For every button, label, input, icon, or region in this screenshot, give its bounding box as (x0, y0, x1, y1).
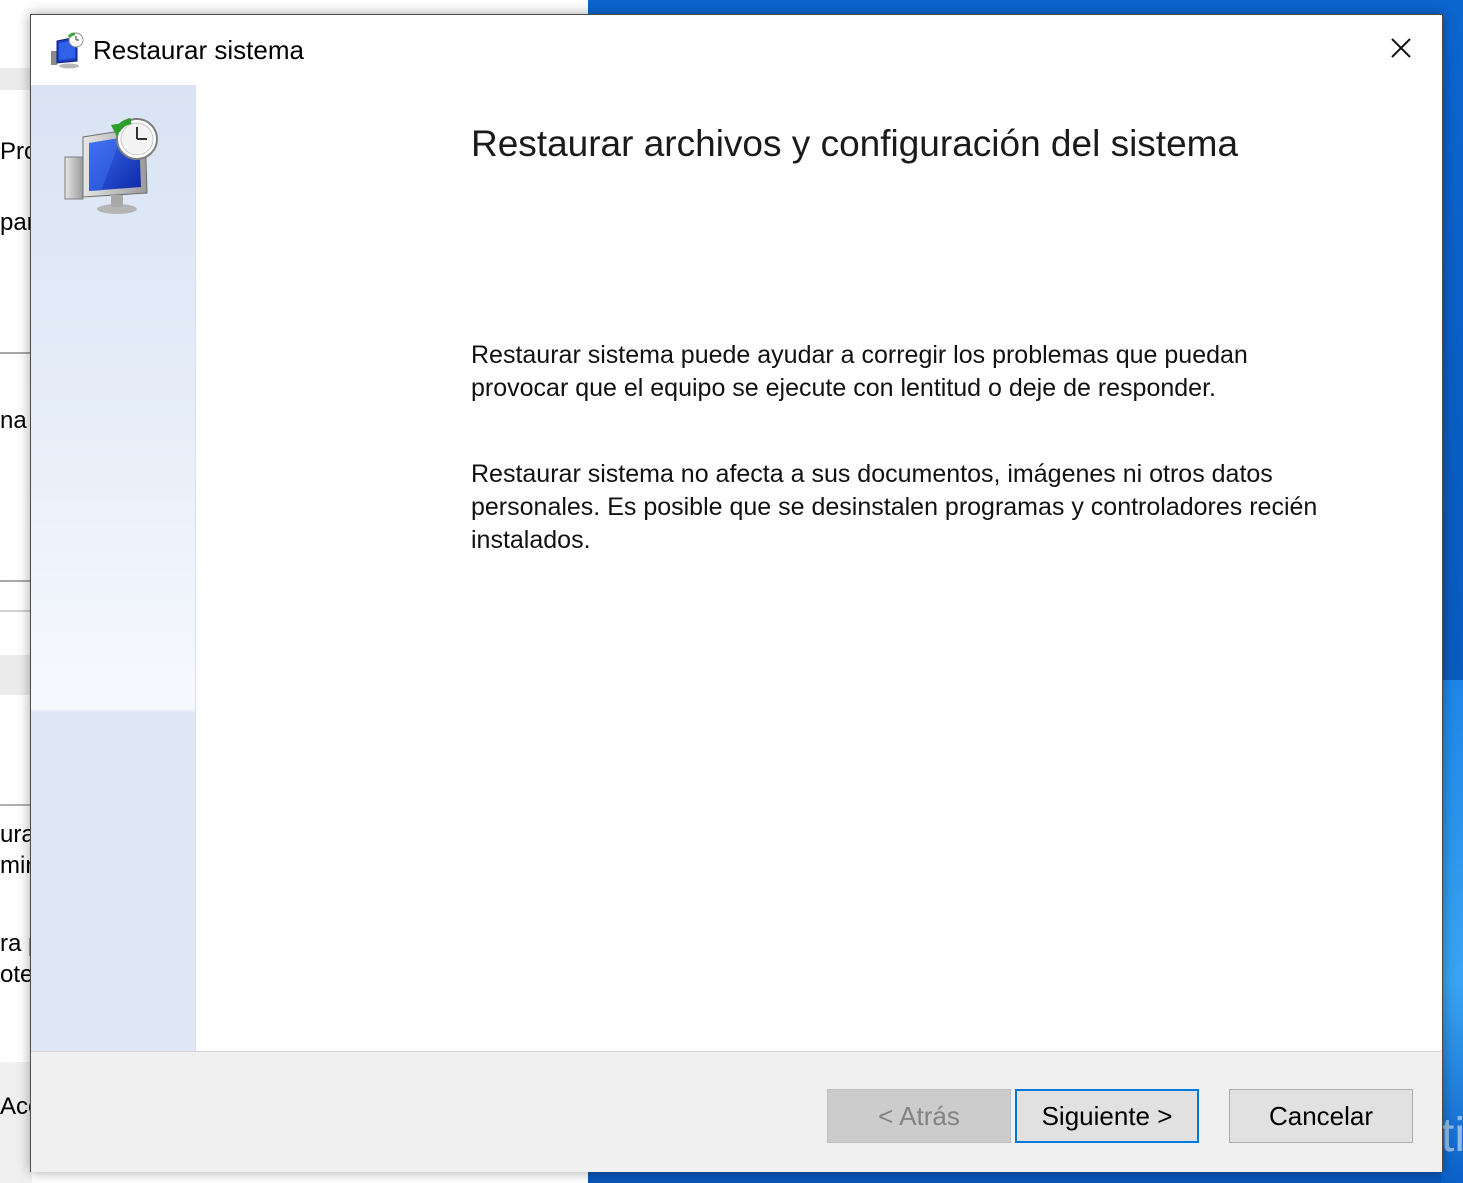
background-divider (0, 610, 32, 612)
background-divider (0, 580, 32, 582)
background-text-fragment: par (0, 209, 30, 236)
title-bar[interactable]: Restaurar sistema (31, 15, 1442, 85)
wizard-sidebar (31, 85, 196, 1051)
background-window-footer (0, 1062, 32, 1183)
background-text-fragment: mir (0, 852, 30, 879)
background-text-fragment: otec (0, 961, 30, 988)
background-window-band (0, 68, 32, 90)
background-text-fragment: na (0, 407, 27, 434)
button-bar: < Atrás Siguiente > Cancelar (31, 1051, 1442, 1172)
background-window-band (0, 655, 32, 695)
description-paragraph: Restaurar sistema puede ayudar a corregi… (471, 341, 1248, 402)
description-paragraph: Restaurar sistema no afecta a sus docume… (471, 460, 1318, 554)
system-restore-icon (47, 31, 87, 71)
close-icon (1390, 37, 1412, 64)
background-text-fragment: ura (0, 821, 30, 848)
close-button[interactable] (1375, 27, 1427, 73)
next-button[interactable]: Siguiente > (1015, 1089, 1199, 1143)
background-text-fragment: ra p (0, 930, 30, 957)
back-button[interactable]: < Atrás (827, 1089, 1011, 1143)
system-restore-large-icon (61, 115, 165, 219)
system-restore-dialog: Restaurar sistema Restaurar archivos y c… (30, 14, 1443, 1172)
background-divider (0, 804, 32, 806)
page-heading: Restaurar archivos y configuración del s… (471, 123, 1239, 164)
background-text-fragment: Prot (0, 138, 30, 165)
window-title: Restaurar sistema (93, 35, 304, 65)
background-divider (0, 352, 32, 354)
background-button-fragment[interactable]: Ace (0, 1092, 30, 1122)
cancel-button[interactable]: Cancelar (1229, 1089, 1413, 1143)
